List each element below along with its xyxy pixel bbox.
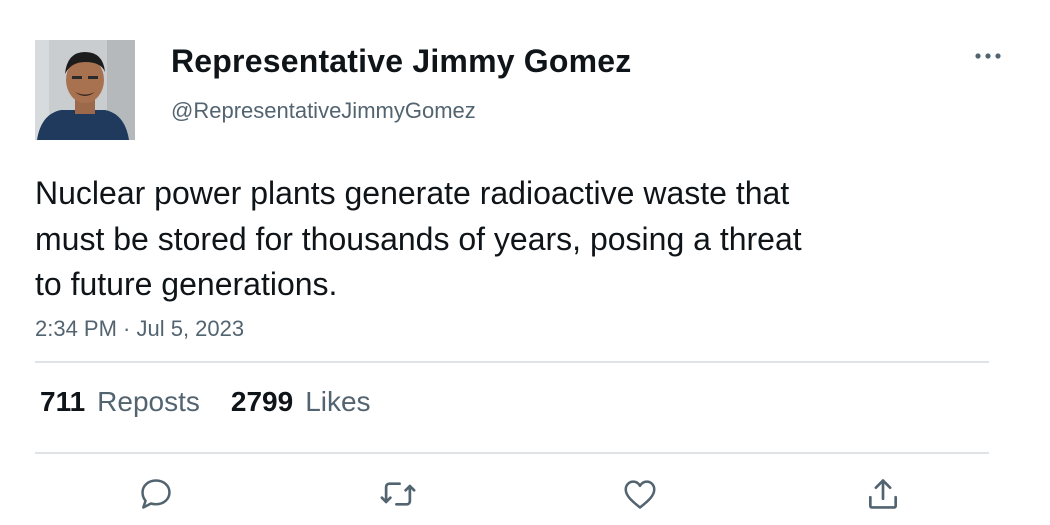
- tweet-card: Representative Jimmy Gomez @Representati…: [0, 0, 1050, 525]
- tweet-text-line: Nuclear power plants generate radioactiv…: [35, 175, 790, 211]
- like-button[interactable]: [618, 474, 662, 514]
- tweet-timestamp[interactable]: 2:34 PM · Jul 5, 2023: [35, 316, 244, 342]
- likes-stat[interactable]: 2799 Likes: [231, 386, 371, 418]
- tweet-text: Nuclear power plants generate radioactiv…: [35, 171, 935, 308]
- more-dots-icon: [975, 53, 1001, 59]
- reply-button[interactable]: [134, 474, 178, 514]
- reposts-count: 711: [40, 386, 86, 417]
- likes-count: 2799: [230, 386, 294, 417]
- tweet-text-line: must be stored for thousands of years, p…: [35, 220, 802, 257]
- reposts-stat[interactable]: 711 Reposts: [40, 386, 200, 418]
- reply-icon: [141, 479, 171, 509]
- more-options-button[interactable]: [968, 41, 1008, 71]
- like-icon: [624, 480, 656, 509]
- repost-button[interactable]: [376, 474, 420, 514]
- share-button[interactable]: [861, 474, 905, 514]
- author-display-name[interactable]: Representative Jimmy Gomez: [171, 43, 632, 80]
- tweet-text-line: to future generations.: [35, 266, 338, 302]
- author-handle[interactable]: @RepresentativeJimmyGomez: [171, 98, 476, 124]
- avatar[interactable]: [35, 40, 135, 140]
- divider: [35, 361, 989, 363]
- divider: [35, 452, 989, 454]
- likes-label: Likes: [305, 386, 371, 417]
- avatar-photo: [35, 40, 135, 140]
- engagement-stats: 711 Reposts 2799 Likes: [40, 386, 371, 418]
- share-icon: [868, 479, 898, 509]
- repost-icon: [380, 482, 416, 506]
- reposts-label: Reposts: [97, 386, 200, 417]
